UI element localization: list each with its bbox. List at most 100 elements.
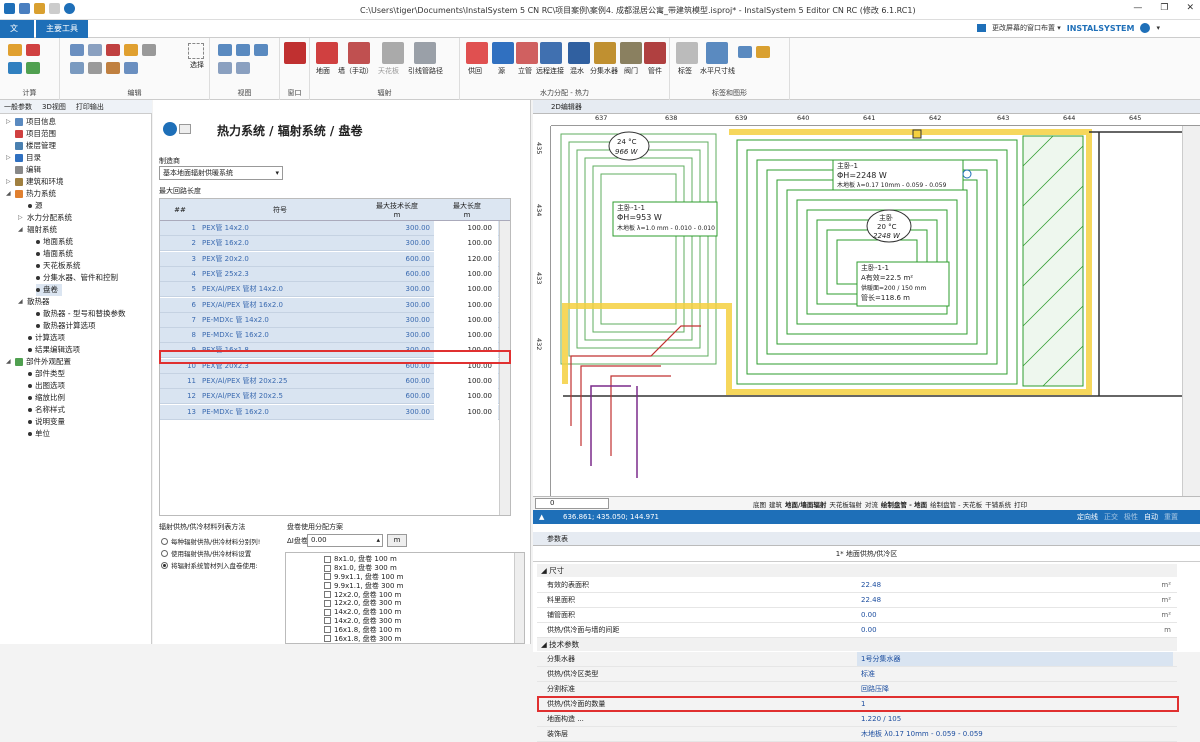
cell-max-len-input[interactable]: 100.00 bbox=[434, 328, 498, 343]
zoom-in-icon[interactable] bbox=[218, 44, 232, 56]
manufacturer-select[interactable]: 基本地面辐射供暖系统▾ bbox=[159, 166, 283, 180]
checkbox[interactable] bbox=[324, 626, 331, 633]
param-row[interactable]: 地面构造 ...1.220 / 105 bbox=[537, 712, 1177, 727]
view-tab[interactable]: 绘制盘管 - 地面 bbox=[881, 499, 927, 509]
param-section[interactable]: ◢ 技术参数 bbox=[537, 638, 1177, 651]
select-button[interactable]: 选择 bbox=[190, 60, 204, 70]
tree-item[interactable]: ◢部件外观配置 bbox=[6, 356, 71, 368]
tree-item[interactable]: 单位 bbox=[28, 428, 50, 440]
ceiling-button[interactable]: 天花板 bbox=[378, 66, 399, 76]
supply-return-button[interactable]: 供回 bbox=[468, 66, 482, 76]
table-row[interactable]: 4PEX管 25x2.3600.00100.00 bbox=[160, 267, 500, 282]
tree-item[interactable]: ◢辐射系统 bbox=[18, 224, 57, 236]
param-row[interactable]: 供热/供冷区类型标准 bbox=[537, 667, 1177, 682]
param-value[interactable]: 1号分集水器 bbox=[857, 652, 1173, 666]
param-section[interactable]: ◢ 尺寸 bbox=[537, 564, 1177, 577]
tree-item[interactable]: 部件类型 bbox=[28, 368, 65, 380]
view-tab[interactable]: 绘制盘管 - 天花板 bbox=[930, 499, 982, 509]
checkbox[interactable] bbox=[324, 600, 331, 607]
table-row[interactable]: 5PEX/Al/PEX 管材 14x2.0300.00100.00 bbox=[160, 282, 500, 297]
zoom-extents-icon[interactable] bbox=[236, 62, 250, 74]
checkbox[interactable] bbox=[324, 556, 331, 563]
method-option[interactable]: 使用辐射供热/供冷材料设置 bbox=[161, 548, 251, 558]
table-row[interactable]: 3PEX管 20x2.0600.00120.00 bbox=[160, 252, 500, 267]
lead-pipe-button[interactable]: 引线管路径 bbox=[408, 66, 443, 76]
layer-select[interactable]: 0 bbox=[535, 498, 609, 509]
abc-icon[interactable] bbox=[756, 46, 770, 58]
cell-max-len-input[interactable]: 100.00 bbox=[434, 374, 498, 389]
floor-icon[interactable] bbox=[316, 42, 338, 64]
param-value[interactable]: 0.00 bbox=[857, 608, 1173, 622]
open-icon[interactable] bbox=[34, 3, 45, 14]
param-row[interactable]: 有效的表面积22.48m² bbox=[537, 578, 1177, 593]
text-icon[interactable] bbox=[738, 46, 752, 58]
valve-button[interactable]: 阀门 bbox=[624, 66, 638, 76]
source-button[interactable]: 源 bbox=[498, 66, 505, 76]
cut-icon[interactable] bbox=[106, 44, 120, 56]
tree-item[interactable]: ▷建筑和环境 bbox=[6, 176, 64, 188]
window-close-icon[interactable] bbox=[284, 42, 306, 64]
tab-general-params[interactable]: 一般参数 bbox=[4, 102, 32, 112]
table-row[interactable]: 12PEX/Al/PEX 管材 20x2.5600.00100.00 bbox=[160, 389, 500, 404]
move-icon[interactable] bbox=[142, 44, 156, 56]
maximize-button[interactable]: ❐ bbox=[1160, 3, 1168, 13]
calc-icon[interactable] bbox=[8, 44, 22, 56]
method-option[interactable]: 每种辐射供热/供冷材料分别列! bbox=[161, 536, 260, 546]
table-row[interactable]: 11PEX/Al/PEX 管材 20x2.25600.00100.00 bbox=[160, 374, 500, 389]
checkbox[interactable] bbox=[324, 582, 331, 589]
tree-item[interactable]: ▷水力分配系统 bbox=[18, 212, 72, 224]
param-value[interactable]: 1.220 / 105 bbox=[857, 712, 1173, 726]
forward-button[interactable] bbox=[179, 124, 191, 134]
valve-icon[interactable] bbox=[620, 42, 642, 64]
floor-button[interactable]: 地面 bbox=[316, 66, 330, 76]
tree-item[interactable]: 地面系统 bbox=[36, 236, 73, 248]
tree-item[interactable]: 缩放比例 bbox=[28, 392, 65, 404]
tree-item[interactable]: 源 bbox=[28, 200, 43, 212]
view-tab[interactable]: 打印 bbox=[1014, 499, 1027, 509]
lead-pipe-icon[interactable] bbox=[414, 42, 436, 64]
new-icon[interactable] bbox=[49, 3, 60, 14]
riser-button[interactable]: 立管 bbox=[518, 66, 532, 76]
zoom-out-icon[interactable] bbox=[236, 44, 250, 56]
param-value[interactable]: 木地板 λ0.17 10mm - 0.059 - 0.059 bbox=[857, 727, 1173, 741]
tree-item[interactable]: 楼层管理 bbox=[6, 140, 56, 152]
manifold-button[interactable]: 分集水器 bbox=[590, 66, 618, 76]
checkbox[interactable] bbox=[324, 617, 331, 624]
col-no[interactable]: ## bbox=[160, 199, 200, 221]
list-scrollbar[interactable] bbox=[514, 553, 524, 644]
param-value[interactable]: 回路压降 bbox=[857, 682, 1173, 696]
cell-max-len-input[interactable]: 100.00 bbox=[434, 313, 498, 328]
param-value[interactable]: 22.48 bbox=[857, 593, 1173, 607]
tree-item[interactable]: 项目范围 bbox=[6, 128, 56, 140]
method-option-selected[interactable]: 将辐射系统管材列入盘卷使用: bbox=[161, 560, 258, 570]
param-row[interactable]: 料里面积22.48m² bbox=[537, 593, 1177, 608]
wall-icon[interactable] bbox=[348, 42, 370, 64]
col-max-len[interactable]: 最大长度m bbox=[434, 199, 500, 221]
tree-item[interactable]: ▷项目信息 bbox=[6, 116, 56, 128]
select-icon[interactable] bbox=[188, 43, 204, 59]
label-icon[interactable] bbox=[676, 42, 698, 64]
view-tab[interactable]: 干铺系统 bbox=[985, 499, 1011, 509]
dimension-icon[interactable] bbox=[706, 42, 728, 64]
tree-item[interactable]: 名称样式 bbox=[28, 404, 65, 416]
tab-main-tools[interactable]: 主要工具 bbox=[36, 20, 88, 38]
tab-param-sheet[interactable]: 参数表 bbox=[533, 532, 1200, 546]
spinner-icon[interactable]: ▴ bbox=[376, 535, 380, 546]
coil-item[interactable]: 16x2.0, 盘卷 100 m bbox=[324, 643, 401, 644]
unit-button[interactable]: m bbox=[387, 534, 407, 547]
manifold-icon[interactable] bbox=[594, 42, 616, 64]
snap-toggle[interactable]: 自动 bbox=[1144, 510, 1158, 524]
tab-file[interactable]: 文件 bbox=[0, 20, 34, 38]
view-tab[interactable]: 天花板辐射 bbox=[829, 499, 862, 509]
report-icon[interactable] bbox=[26, 62, 40, 74]
fitting-icon[interactable] bbox=[644, 42, 666, 64]
tree-item[interactable]: 分集水器、管件和控制 bbox=[36, 272, 118, 284]
param-row[interactable]: 铺管面积0.00m² bbox=[537, 608, 1177, 623]
warning-icon[interactable]: ▲ bbox=[539, 510, 544, 524]
view-tab[interactable]: 建筑 bbox=[769, 499, 782, 509]
array-icon[interactable] bbox=[106, 62, 120, 74]
param-row[interactable]: 分割标准回路压降 bbox=[537, 682, 1177, 697]
ceiling-icon[interactable] bbox=[382, 42, 404, 64]
supply-return-icon[interactable] bbox=[466, 42, 488, 64]
snap-toggle[interactable]: 定向线 bbox=[1077, 510, 1098, 524]
